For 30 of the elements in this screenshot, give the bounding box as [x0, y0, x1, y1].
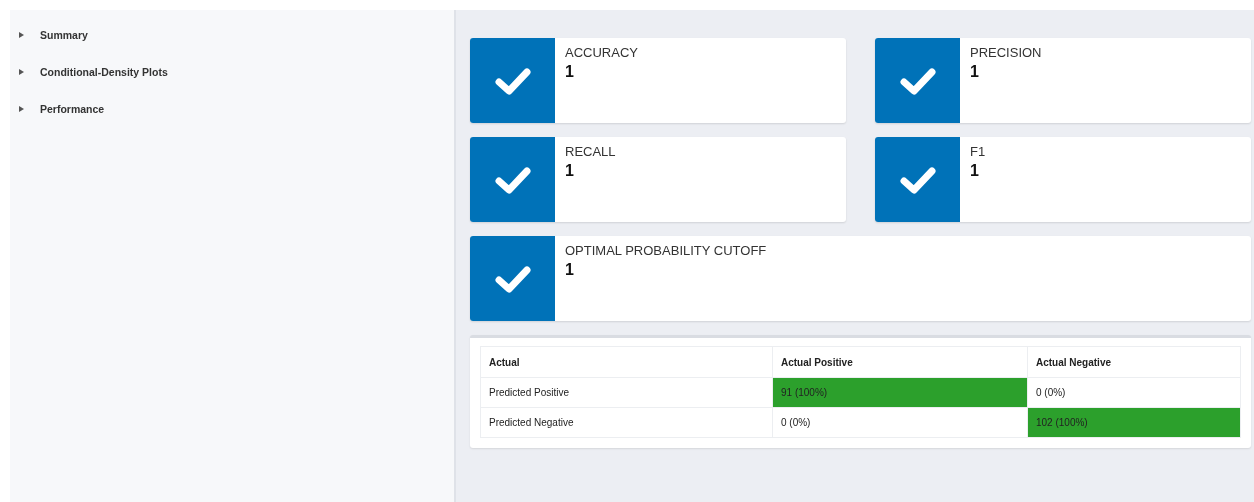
table-cell: 91 (100%) [772, 377, 1028, 408]
caret-icon [19, 105, 24, 112]
row-label: Predicted Negative [480, 407, 773, 438]
caret-icon [19, 31, 24, 38]
metric-value: 1 [970, 162, 980, 180]
sidebar-item[interactable]: Conditional-Density Plots [10, 53, 454, 90]
row-label: Predicted Positive [480, 377, 773, 408]
metric-value: 1 [565, 162, 575, 180]
metric-title: F1 [970, 144, 986, 159]
check-icon [494, 264, 531, 293]
table-cell: 0 (0%) [1027, 377, 1241, 408]
check-icon [494, 66, 531, 95]
check-icon [899, 165, 936, 194]
table-cell: 0 (0%) [772, 407, 1028, 438]
column-header: Actual Negative [1027, 346, 1241, 378]
caret-icon [19, 68, 24, 75]
sidebar-item[interactable]: Performance [10, 90, 454, 127]
column-header: Actual [480, 346, 773, 378]
check-icon [899, 66, 936, 95]
column-header: Actual Positive [772, 346, 1028, 378]
sidebar-item[interactable]: Summary [10, 16, 454, 53]
table-cell: 102 (100%) [1027, 407, 1241, 438]
check-icon [494, 165, 531, 194]
metric-title: ACCURACY [565, 45, 638, 60]
metric-value: 1 [970, 63, 980, 81]
metric-value: 1 [565, 261, 575, 279]
metric-value: 1 [565, 63, 575, 81]
metric-title: RECALL [565, 144, 616, 159]
metric-title: OPTIMAL PROBABILITY CUTOFF [565, 243, 767, 258]
metric-title: PRECISION [970, 45, 1042, 60]
